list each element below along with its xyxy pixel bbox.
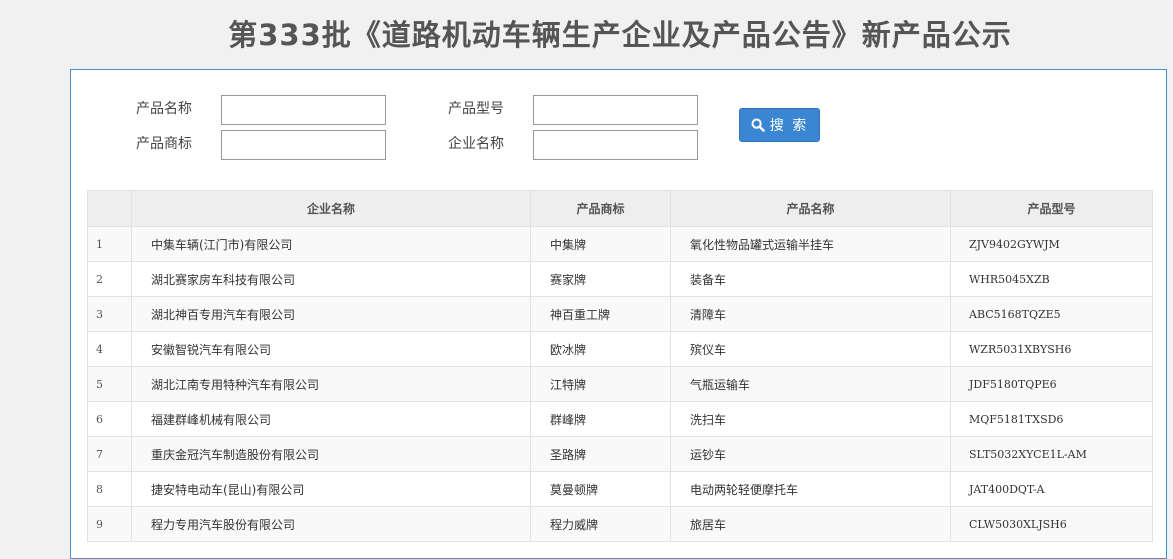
product-name-cell: 运钞车 — [670, 436, 951, 472]
company-cell: 湖北赛家房车科技有限公司 — [131, 261, 531, 297]
product-model-input[interactable] — [533, 95, 698, 125]
model-cell: MQF5181TXSD6 — [950, 401, 1153, 437]
company-cell: 湖北神百专用汽车有限公司 — [131, 296, 531, 332]
row-index: 4 — [87, 331, 132, 367]
product-name-cell: 氧化性物品罐式运输半挂车 — [670, 226, 951, 262]
row-index: 8 — [87, 471, 132, 507]
row-index: 7 — [87, 436, 132, 472]
model-cell: ABC5168TQZE5 — [950, 296, 1153, 332]
row-index: 1 — [87, 226, 132, 262]
table-row[interactable]: 6 福建群峰机械有限公司 群峰牌 洗扫车 MQF5181TXSD6 — [87, 401, 1153, 437]
product-name-cell: 气瓶运输车 — [670, 366, 951, 402]
company-cell: 安徽智锐汽车有限公司 — [131, 331, 531, 367]
table-row[interactable]: 2 湖北赛家房车科技有限公司 赛家牌 装备车 WHR5045XZB — [87, 261, 1153, 297]
search-icon — [751, 118, 765, 132]
row-index: 6 — [87, 401, 132, 437]
row-index: 3 — [87, 296, 132, 332]
company-name-input[interactable] — [533, 130, 698, 160]
product-model-label: 产品型号 — [448, 101, 504, 117]
search-button-label: 搜 索 — [769, 118, 809, 134]
brand-cell: 圣路牌 — [530, 436, 671, 472]
company-cell: 程力专用汽车股份有限公司 — [131, 506, 531, 542]
company-cell: 福建群峰机械有限公司 — [131, 401, 531, 437]
products-table: 企业名称 产品商标 产品名称 产品型号 1 中集车辆(江门市)有限公司 中集牌 … — [87, 190, 1153, 542]
model-cell: JDF5180TQPE6 — [950, 366, 1153, 402]
product-name-cell: 电动两轮轻便摩托车 — [670, 471, 951, 507]
model-cell: WZR5031XBYSH6 — [950, 331, 1153, 367]
product-name-label: 产品名称 — [136, 101, 192, 117]
table-row[interactable]: 3 湖北神百专用汽车有限公司 神百重工牌 清障车 ABC5168TQZE5 — [87, 296, 1153, 332]
model-cell: SLT5032XYCE1L-AM — [950, 436, 1153, 472]
brand-cell: 赛家牌 — [530, 261, 671, 297]
header-brand: 产品商标 — [530, 190, 671, 227]
model-cell: WHR5045XZB — [950, 261, 1153, 297]
brand-cell: 江特牌 — [530, 366, 671, 402]
company-name-label: 企业名称 — [448, 136, 504, 152]
row-index: 2 — [87, 261, 132, 297]
product-name-cell: 装备车 — [670, 261, 951, 297]
brand-cell: 欧冰牌 — [530, 331, 671, 367]
table-row[interactable]: 1 中集车辆(江门市)有限公司 中集牌 氧化性物品罐式运输半挂车 ZJV9402… — [87, 226, 1153, 262]
table-row[interactable]: 9 程力专用汽车股份有限公司 程力威牌 旅居车 CLW5030XLJSH6 — [87, 506, 1153, 542]
page-title: 第333批《道路机动车辆生产企业及产品公告》新产品公示 — [228, 18, 1012, 52]
table-row[interactable]: 8 捷安特电动车(昆山)有限公司 莫曼顿牌 电动两轮轻便摩托车 JAT400DQ… — [87, 471, 1153, 507]
model-cell: ZJV9402GYWJM — [950, 226, 1153, 262]
company-cell: 湖北江南专用特种汽车有限公司 — [131, 366, 531, 402]
brand-cell: 中集牌 — [530, 226, 671, 262]
header-index — [87, 190, 132, 227]
company-cell: 中集车辆(江门市)有限公司 — [131, 226, 531, 262]
brand-cell: 程力威牌 — [530, 506, 671, 542]
brand-cell: 莫曼顿牌 — [530, 471, 671, 507]
header-product-name: 产品名称 — [670, 190, 951, 227]
table-row[interactable]: 4 安徽智锐汽车有限公司 欧冰牌 殡仪车 WZR5031XBYSH6 — [87, 331, 1153, 367]
product-name-cell: 清障车 — [670, 296, 951, 332]
header-company: 企业名称 — [131, 190, 531, 227]
company-cell: 重庆金冠汽车制造股份有限公司 — [131, 436, 531, 472]
row-index: 9 — [87, 506, 132, 542]
row-index: 5 — [87, 366, 132, 402]
product-name-cell: 旅居车 — [670, 506, 951, 542]
product-name-cell: 洗扫车 — [670, 401, 951, 437]
model-cell: JAT400DQT-A — [950, 471, 1153, 507]
search-button[interactable]: 搜 索 — [739, 108, 820, 142]
brand-cell: 神百重工牌 — [530, 296, 671, 332]
product-name-input[interactable] — [221, 95, 386, 125]
model-cell: CLW5030XLJSH6 — [950, 506, 1153, 542]
table-header-row: 企业名称 产品商标 产品名称 产品型号 — [87, 190, 1153, 227]
table-row[interactable]: 5 湖北江南专用特种汽车有限公司 江特牌 气瓶运输车 JDF5180TQPE6 — [87, 366, 1153, 402]
table-row[interactable]: 7 重庆金冠汽车制造股份有限公司 圣路牌 运钞车 SLT5032XYCE1L-A… — [87, 436, 1153, 472]
product-brand-input[interactable] — [221, 130, 386, 160]
search-panel: 产品名称 产品型号 产品商标 企业名称 搜 索 企业名称 产品商标 产品名称 产… — [70, 69, 1167, 559]
brand-cell: 群峰牌 — [530, 401, 671, 437]
product-brand-label: 产品商标 — [136, 136, 192, 152]
header-model: 产品型号 — [950, 190, 1153, 227]
company-cell: 捷安特电动车(昆山)有限公司 — [131, 471, 531, 507]
product-name-cell: 殡仪车 — [670, 331, 951, 367]
